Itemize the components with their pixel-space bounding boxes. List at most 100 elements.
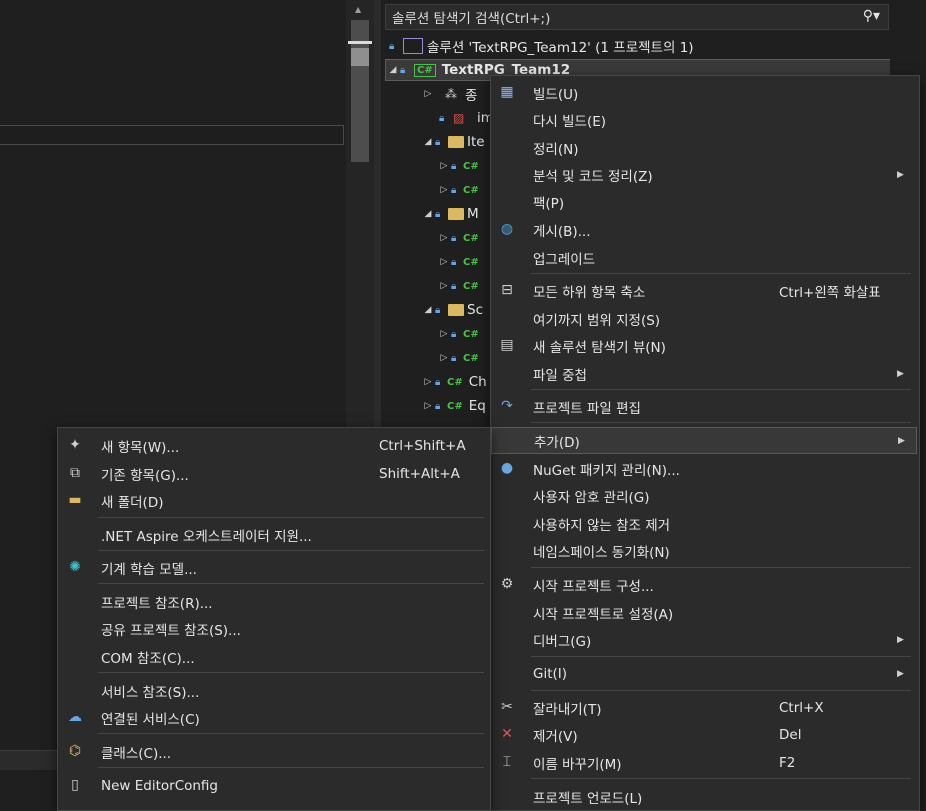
tree-file[interactable]: ▷ 🔒︎ C#	[437, 347, 481, 369]
collapsed-triangle-icon[interactable]: ▷	[437, 329, 451, 339]
lock-icon: 🔒︎	[451, 184, 457, 196]
class-icon: ⌬	[68, 743, 82, 759]
tree-file[interactable]: ▷ 🔒︎ C#	[437, 323, 481, 345]
csharp-file-icon: C#	[463, 256, 479, 268]
submenu-arrow-icon: ▶	[897, 169, 904, 180]
project_menu-item-label: 파일 중첩	[533, 367, 587, 384]
project_menu-item[interactable]: 다시 빌드(E)	[491, 106, 917, 133]
scissors-icon: ✂	[501, 699, 513, 715]
folder-icon	[448, 304, 464, 316]
project_menu-item[interactable]: 분석 및 코드 정리(Z) ▶	[491, 161, 917, 188]
collapsed-triangle-icon[interactable]: ▷	[437, 185, 451, 195]
existing-item-icon: ⧉	[70, 465, 80, 481]
project_menu-item[interactable]: ◍ 게시(B)...	[491, 216, 917, 243]
project_menu-item[interactable]: ● NuGet 패키지 관리(N)...	[491, 455, 917, 482]
dependencies-icon: ⁂	[445, 87, 457, 101]
project_menu-item-shortcut: Ctrl+X	[779, 699, 824, 716]
tree-folder-items[interactable]: ◢ 🔒︎ Ite	[421, 131, 485, 153]
tree-file[interactable]: ▷ 🔒︎ C#	[437, 179, 481, 201]
expanded-triangle-icon[interactable]: ◢	[421, 137, 435, 147]
project_menu-item[interactable]: Git(I) ▶	[491, 660, 917, 687]
collapse-icon: ⊟	[501, 282, 513, 298]
add_menu-item-label: 클래스(C)...	[101, 745, 172, 762]
tree-file[interactable]: ▷ 🔒︎ C#	[437, 155, 481, 177]
project_menu-item[interactable]: 추가(D) ▶	[491, 427, 917, 454]
project_menu-item[interactable]: 여기까지 범위 지정(S)	[491, 305, 917, 332]
add_menu-item-shortcut: Shift+Alt+A	[379, 465, 460, 482]
tree-folder-m[interactable]: ◢ 🔒︎ M	[421, 203, 479, 225]
project_menu-item-label: 이름 바꾸기(M)	[533, 756, 622, 773]
file-icon: ▯	[71, 777, 79, 793]
project_menu-item[interactable]: ▦ 빌드(U)	[491, 79, 917, 106]
solution-label: 솔루션 'TextRPG_Team12' (1 프로젝트의 1)	[427, 40, 694, 56]
project_menu-item[interactable]: ⊟ 모든 하위 항목 축소 Ctrl+왼쪽 화살표	[491, 277, 917, 304]
project_menu-item[interactable]: 정리(N)	[491, 134, 917, 161]
expanded-triangle-icon[interactable]: ◢	[421, 209, 435, 219]
tree-solution-node[interactable]: 🔒︎ 솔루션 'TextRPG_Team12' (1 프로젝트의 1)	[389, 35, 694, 57]
expanded-triangle-icon[interactable]: ◢	[386, 65, 400, 75]
add_menu-item-label: 연결된 서비스(C)	[101, 711, 200, 728]
tree-file[interactable]: ▷ 🔒︎ C#	[437, 227, 481, 249]
project_menu-item[interactable]: ✂ 잘라내기(T) Ctrl+X	[491, 694, 917, 721]
project_menu-item[interactable]: ▤ 새 솔루션 탐색기 뷰(N)	[491, 332, 917, 359]
project_menu-item[interactable]: 사용자 암호 관리(G)	[491, 482, 917, 509]
tree-folder-sc[interactable]: ◢ 🔒︎ Sc	[421, 299, 483, 321]
project_menu-item[interactable]: 프로젝트 언로드(L)	[491, 783, 917, 810]
collapsed-triangle-icon[interactable]: ▷	[437, 281, 451, 291]
solution-explorer-search-input[interactable]: 솔루션 탐색기 검색(Ctrl+;) ⚲▾	[385, 4, 889, 30]
lock-icon: 🔒︎	[400, 64, 406, 76]
collapsed-triangle-icon[interactable]: ▷	[437, 257, 451, 267]
project_menu-item[interactable]: 사용하지 않는 참조 제거	[491, 510, 917, 537]
add_menu-item[interactable]: ▬ 새 폴더(D)	[58, 487, 490, 514]
new-item-icon: ✦	[69, 437, 81, 453]
add_menu-item[interactable]: ⧉ 기존 항목(G)... Shift+Alt+A	[58, 460, 490, 487]
project_menu-item-label: 잘라내기(T)	[533, 701, 602, 718]
project_menu-item[interactable]: ✕ 제거(V) Del	[491, 721, 917, 748]
add_menu-item[interactable]: 프로젝트 참조(R)...	[58, 588, 490, 615]
project_menu-item-label: 분석 및 코드 정리(Z)	[533, 168, 653, 185]
add_menu-item[interactable]: ✺ 기계 학습 모델...	[58, 554, 490, 581]
project_menu-item[interactable]: ⌶ 이름 바꾸기(M) F2	[491, 749, 917, 776]
search-icon[interactable]: ⚲▾	[863, 8, 880, 24]
scroll-up-icon[interactable]: ▲	[355, 5, 361, 14]
add_menu-item[interactable]: ⌬ 클래스(C)...	[58, 738, 490, 765]
add_menu-item[interactable]: 공유 프로젝트 참조(S)...	[58, 615, 490, 642]
tree-file-ch[interactable]: ▷ 🔒︎ C# Ch	[421, 371, 487, 393]
project_menu-item[interactable]: 팩(P)	[491, 188, 917, 215]
add_menu-item[interactable]: .NET Aspire 오케스트레이터 지원...	[58, 521, 490, 548]
collapsed-triangle-icon[interactable]: ▷	[437, 353, 451, 363]
project_menu-item-label: 프로젝트 언로드(L)	[533, 790, 643, 807]
tree-item-dependencies[interactable]: ▷ ⁂ 종	[421, 83, 478, 105]
project_menu-item[interactable]: ⚙ 시작 프로젝트 구성...	[491, 571, 917, 598]
tree-item-image[interactable]: 🔒︎ ▨ im	[439, 107, 494, 129]
project_menu-item[interactable]: 파일 중첩 ▶	[491, 360, 917, 387]
lock-icon: 🔒︎	[389, 40, 395, 52]
project_menu-item-label: NuGet 패키지 관리(N)...	[533, 462, 680, 479]
collapsed-triangle-icon[interactable]: ▷	[421, 401, 435, 411]
csharp-file-icon: C#	[463, 232, 479, 244]
project_menu-item[interactable]: 업그레이드	[491, 244, 917, 271]
collapsed-triangle-icon[interactable]: ▷	[421, 377, 435, 387]
project_menu-item[interactable]: 네임스페이스 동기화(N)	[491, 537, 917, 564]
project_menu-item-label: 여기까지 범위 지정(S)	[533, 312, 661, 329]
project_menu-item[interactable]: ↷ 프로젝트 파일 편집	[491, 393, 917, 420]
add_menu-item-label: 프로젝트 참조(R)...	[101, 595, 213, 612]
tree-file[interactable]: ▷ 🔒︎ C#	[437, 275, 481, 297]
project_menu-item[interactable]: 디버그(G) ▶	[491, 626, 917, 653]
search-placeholder: 솔루션 탐색기 검색(Ctrl+;)	[392, 11, 551, 27]
add_menu-item[interactable]: ✦ 새 항목(W)... Ctrl+Shift+A	[58, 432, 490, 459]
add_menu-item[interactable]: ▯ New EditorConfig	[58, 772, 490, 799]
expanded-triangle-icon[interactable]: ◢	[421, 305, 435, 315]
add_menu-item[interactable]: 서비스 참조(S)...	[58, 677, 490, 704]
collapsed-triangle-icon[interactable]: ▷	[437, 233, 451, 243]
tree-item-label: Ch	[468, 374, 487, 390]
ml-model-icon: ✺	[69, 559, 81, 575]
collapsed-triangle-icon[interactable]: ▷	[421, 89, 435, 99]
project_menu-item[interactable]: 시작 프로젝트로 설정(A)	[491, 599, 917, 626]
add_menu-item[interactable]: COM 참조(C)...	[58, 643, 490, 670]
tree-file-eq[interactable]: ▷ 🔒︎ C# Eq	[421, 395, 486, 417]
add_menu-item[interactable]: ☁ 연결된 서비스(C)	[58, 704, 490, 731]
collapsed-triangle-icon[interactable]: ▷	[437, 161, 451, 171]
tree-file[interactable]: ▷ 🔒︎ C#	[437, 251, 481, 273]
submenu-arrow-icon: ▶	[898, 435, 905, 446]
